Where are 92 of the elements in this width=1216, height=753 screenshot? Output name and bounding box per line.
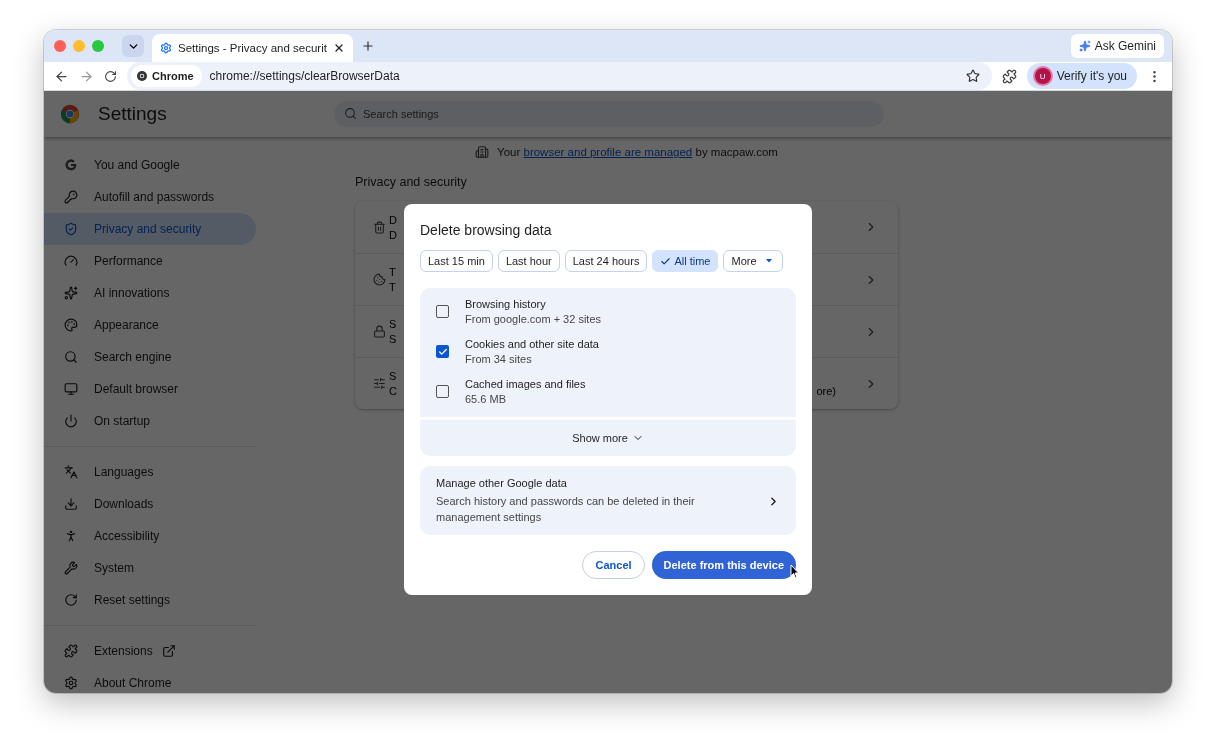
- chrome-logo-icon: [60, 104, 80, 124]
- tab-list-button[interactable]: [122, 35, 144, 57]
- sidebar-item[interactable]: Accessibility: [44, 520, 256, 552]
- sidebar-item[interactable]: Languages: [44, 456, 256, 488]
- trash-icon: [373, 220, 386, 234]
- manage-google-data-row[interactable]: Manage other Google data Search history and passwords can be deleted in their management settings: [420, 466, 796, 535]
- show-more-button[interactable]: Show more: [420, 420, 796, 456]
- time-range-chip[interactable]: Last hour: [497, 250, 560, 272]
- sidebar-item[interactable]: You and Google: [44, 149, 256, 181]
- back-button[interactable]: [54, 68, 69, 84]
- new-tab-icon[interactable]: [360, 39, 375, 53]
- shield-icon: [64, 222, 78, 236]
- time-range-chip[interactable]: Last 15 min: [420, 250, 493, 272]
- sidebar-item[interactable]: On startup: [44, 405, 256, 437]
- managed-notice: Your browser and profile are managed by macpaw.com: [497, 146, 778, 158]
- forward-button[interactable]: [79, 68, 94, 84]
- lock-icon: [373, 325, 386, 338]
- manage-title: Manage other Google data: [436, 477, 568, 489]
- google-g-icon: [64, 158, 78, 172]
- sidebar-item[interactable]: Autofill and passwords: [44, 181, 256, 213]
- search-field[interactable]: Search settings: [334, 101, 884, 127]
- row-title: T: [389, 266, 396, 278]
- row-title: S: [389, 370, 397, 382]
- row-subtitle: S: [389, 333, 397, 345]
- address-bar[interactable]: Chrome chrome://settings/clearBrowserData: [127, 62, 992, 90]
- dialog-title: Delete browsing data: [420, 222, 553, 238]
- managed-link[interactable]: browser and profile are managed: [523, 146, 693, 158]
- sliders-icon: [373, 377, 386, 390]
- data-type-title: Cookies and other site data: [465, 338, 599, 350]
- data-type-detail: From google.com + 32 sites: [465, 313, 602, 325]
- row-subtitle: C: [389, 385, 397, 397]
- sidebar-item[interactable]: Extensions: [44, 635, 256, 667]
- key-icon: [64, 190, 78, 204]
- row-title: D: [389, 213, 397, 226]
- verify-button[interactable]: U Verify it's you: [1026, 63, 1137, 89]
- manage-description: Search history and passwords can be deleted in their management settings: [436, 494, 696, 525]
- sidebar-item[interactable]: System: [44, 552, 256, 584]
- checkbox[interactable]: [436, 385, 449, 398]
- reset-icon: [64, 593, 78, 607]
- cancel-button[interactable]: Cancel: [582, 551, 645, 579]
- sidebar-item[interactable]: AI innovations: [44, 277, 256, 309]
- data-type-title: Browsing history: [465, 298, 547, 310]
- row-title: S: [389, 318, 397, 330]
- person-icon: [64, 529, 78, 543]
- cookie-icon: [373, 273, 386, 286]
- sidebar-item[interactable]: Appearance: [44, 309, 256, 341]
- sidebar-item[interactable]: Privacy and security: [44, 213, 256, 245]
- sidebar-item[interactable]: Default browser: [44, 373, 256, 405]
- sidebar-item[interactable]: Reset settings: [44, 584, 256, 616]
- check-icon: [660, 255, 672, 267]
- sparkle-icon: [1078, 40, 1091, 52]
- window-icon: [64, 382, 78, 396]
- search-icon: [344, 107, 357, 120]
- gear-icon: [160, 42, 172, 54]
- power-icon: [64, 414, 78, 428]
- time-range-chip[interactable]: All time: [652, 250, 719, 272]
- sparkle-icon: [64, 286, 78, 300]
- browser-tab[interactable]: Settings - Privacy and securit: [152, 34, 353, 62]
- download-icon: [64, 497, 78, 511]
- reload-button[interactable]: [104, 69, 117, 83]
- bookmark-star-icon[interactable]: [965, 69, 980, 83]
- section-title: Privacy and security: [355, 175, 468, 189]
- site-chip[interactable]: Chrome: [131, 65, 202, 87]
- palette-icon: [64, 318, 78, 332]
- data-type-detail: From 34 sites: [465, 353, 533, 365]
- settings-title: Settings: [98, 103, 168, 125]
- chrome-logo-icon: [136, 70, 148, 82]
- row-subtitle: T: [389, 281, 396, 293]
- wrench-icon: [64, 561, 78, 575]
- delete-button[interactable]: Delete from this device: [651, 551, 796, 579]
- data-type-title: Cached images and files: [465, 378, 586, 390]
- search-icon: [64, 350, 78, 364]
- url-text: chrome://settings/clearBrowserData: [209, 69, 401, 83]
- row-subtitle: D: [389, 228, 397, 241]
- checkbox[interactable]: [436, 305, 449, 318]
- translate-icon: [64, 465, 78, 479]
- sidebar-item[interactable]: Performance: [44, 245, 256, 277]
- extensions-button[interactable]: [1001, 68, 1017, 84]
- time-range-chip[interactable]: Last 24 hours: [564, 250, 648, 272]
- sidebar-item[interactable]: About Chrome: [44, 667, 256, 693]
- row-subtitle: ore): [816, 385, 836, 397]
- gauge-icon: [64, 254, 78, 268]
- sidebar-item[interactable]: Search engine: [44, 341, 256, 373]
- mouse-pointer-icon: [790, 564, 800, 579]
- data-type-detail: 65.6 MB: [465, 393, 507, 405]
- checkbox[interactable]: [436, 345, 449, 358]
- more-dropdown[interactable]: More: [723, 250, 783, 272]
- building-icon: [475, 145, 490, 159]
- sidebar-item[interactable]: Downloads: [44, 488, 256, 520]
- puzzle-icon: [64, 644, 78, 658]
- ask-gemini-button[interactable]: Ask Gemini: [1070, 34, 1164, 58]
- close-window-button[interactable]: [54, 40, 66, 52]
